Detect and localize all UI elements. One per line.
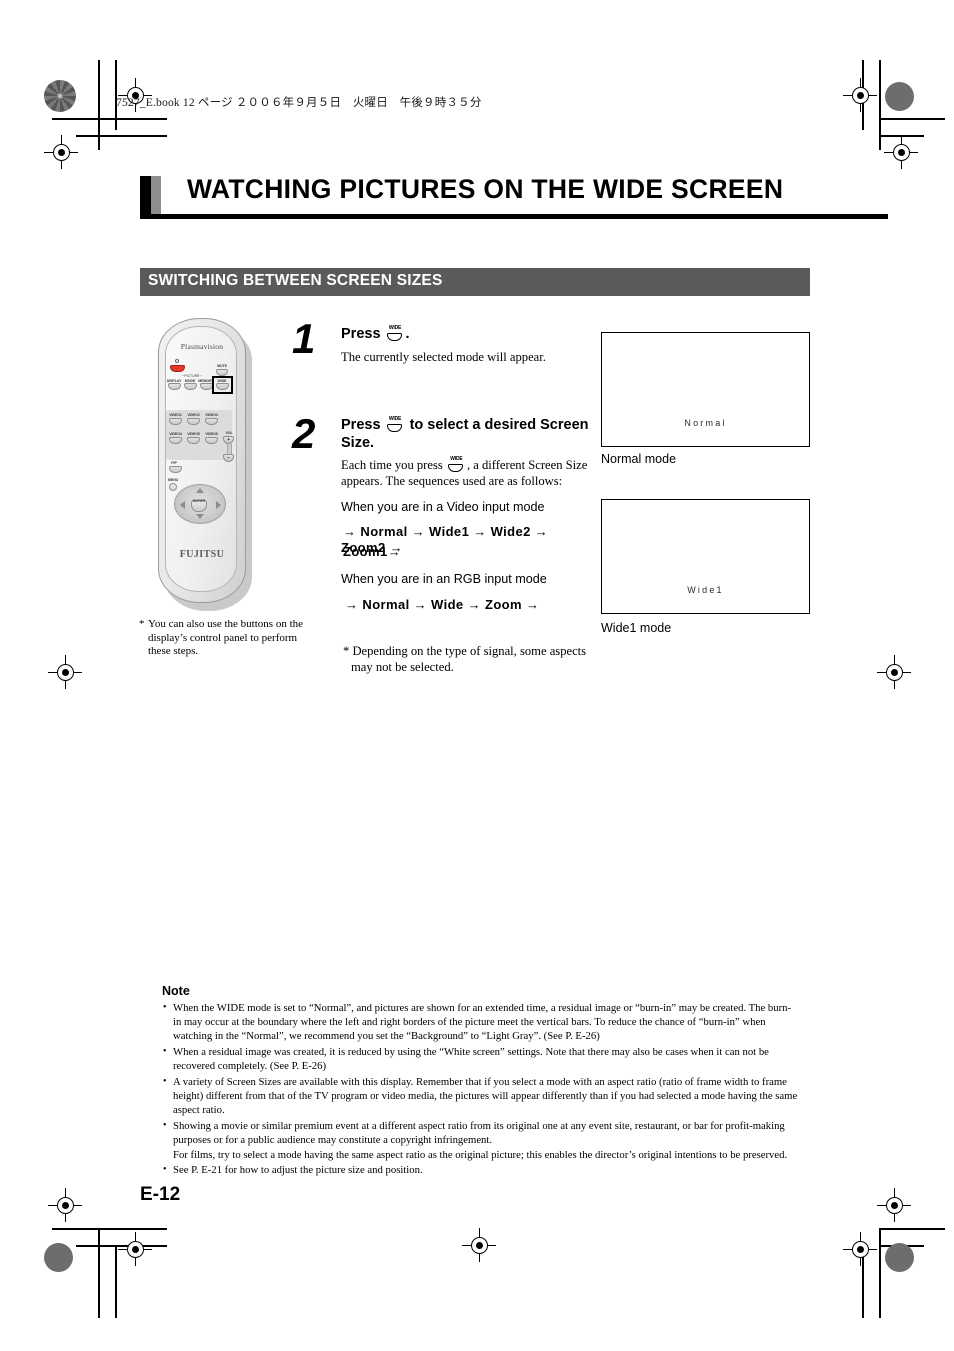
remote-control-illustration: Plasmavision MUTE ─PICTURE─ DISPLAY MODE… — [158, 318, 258, 613]
bullet-icon: • — [163, 1076, 167, 1088]
video-mode-sequence-line-2: Zoom2 → — [341, 540, 404, 555]
arrow-right-icon — [216, 501, 221, 509]
halftone-density-dot — [44, 80, 76, 112]
registration-mark — [877, 655, 911, 689]
note-item-text: When a residual image was created, it is… — [173, 1046, 769, 1073]
halftone-density-dot — [885, 82, 914, 111]
power-indicator-icon — [175, 359, 179, 363]
note-item: • See P. E-21 for how to adjust the pict… — [162, 1163, 798, 1177]
menu-key — [169, 483, 177, 491]
wide-button-icon: WIDE — [386, 416, 405, 432]
volume-down-symbol: − — [227, 455, 230, 461]
pip-key-label: PIP — [171, 461, 177, 465]
remote-footnote-star: * — [139, 618, 145, 630]
registration-mark — [48, 1188, 82, 1222]
registration-mark — [462, 1228, 496, 1262]
page-title: WATCHING PICTURES ON THE WIDE SCREEN — [187, 174, 784, 204]
video1-key-label: VIDEO1 — [169, 413, 182, 417]
osd-label-wide1: Wide1 — [687, 585, 724, 595]
video6-key-label: VIDEO6 — [205, 432, 218, 436]
section-header-label: SWITCHING BETWEEN SCREEN SIZES — [148, 272, 443, 289]
video4-key-label: VIDEO4 — [169, 432, 182, 436]
page-number: E-12 — [140, 1184, 181, 1205]
mute-key-label: MUTE — [217, 364, 227, 368]
menu-key-label: MENU — [167, 478, 179, 482]
remote-footnote: * You can also use the buttons on the di… — [139, 618, 319, 659]
step-2-footnote: * Depending on the type of signal, some … — [343, 644, 587, 674]
step-2-lead-a: Each time you press — [341, 458, 443, 472]
registration-mark — [44, 135, 78, 169]
rgb-input-mode-label: When you are in an RGB input mode — [341, 572, 547, 586]
bullet-icon: • — [163, 1120, 167, 1132]
print-meta-line: 7527_E.book 12 ページ ２００６年９月５日 火曜日 午後９時３５分 — [116, 97, 482, 109]
note-item: • When the WIDE mode is set to “Normal”,… — [162, 1001, 798, 1044]
remote-brand-bottom: FUJITSU — [179, 549, 225, 560]
remote-brand-top: Plasmavision — [180, 342, 224, 351]
screen-preview-normal: Normal — [601, 332, 810, 447]
step-1-number: 1 — [292, 315, 316, 362]
wide-button-icon-label: WIDE — [450, 456, 463, 462]
rgb-mode-sequence: → Normal → Wide → Zoom → — [345, 597, 540, 612]
note-item: • When a residual image was created, it … — [162, 1045, 798, 1073]
note-item-continuation: For films, try to select a mode having t… — [173, 1148, 788, 1161]
wide-button-icon: WIDE — [386, 325, 405, 341]
note-item: • Showing a movie or similar premium eve… — [162, 1119, 798, 1162]
section-header-bar: SWITCHING BETWEEN SCREEN SIZES — [140, 268, 810, 296]
title-underline-rule — [140, 214, 888, 219]
video5-key-label: VIDEO5 — [187, 432, 200, 436]
wide-key-highlight-box — [212, 376, 233, 394]
arrow-up-icon — [196, 488, 204, 493]
video3-key-label: VIDEO3 — [205, 413, 218, 417]
step-1-heading-after: . — [405, 326, 410, 342]
bullet-icon: • — [163, 1002, 167, 1013]
arrow-down-icon — [196, 514, 204, 519]
wide-button-icon-label: WIDE — [388, 325, 402, 331]
volume-label: VOL — [225, 431, 233, 435]
note-title: Note — [162, 984, 190, 998]
title-accent-gray — [151, 176, 161, 214]
remote-footnote-text: You can also use the buttons on the disp… — [148, 618, 304, 658]
note-item-text: See P. E-21 for how to adjust the pictur… — [173, 1164, 423, 1177]
registration-mark — [877, 1188, 911, 1222]
step-1-body: The currently selected mode will appear. — [341, 350, 546, 364]
volume-up-symbol: + — [227, 437, 230, 443]
note-item-text: A variety of Screen Sizes are available … — [173, 1076, 798, 1117]
halftone-density-dot — [44, 1243, 73, 1272]
arrow-left-icon — [180, 501, 185, 509]
registration-mark — [884, 135, 918, 169]
wide-button-icon: WIDE — [447, 456, 466, 472]
registration-mark — [48, 655, 82, 689]
registration-mark — [118, 1232, 152, 1266]
title-accent-black — [140, 176, 151, 214]
bullet-icon: • — [163, 1046, 167, 1058]
bullet-icon: • — [163, 1164, 167, 1176]
step-2-lead: Each time you press WIDE , a different S… — [341, 456, 589, 489]
screen-caption-normal: Normal mode — [601, 452, 677, 466]
step-2-heading: Press WIDE to select a desired Screen Si… — [341, 416, 591, 452]
note-item-text: Showing a movie or similar premium event… — [173, 1120, 785, 1147]
wide-button-icon-label: WIDE — [388, 416, 402, 422]
step-1-heading-before: Press — [341, 326, 381, 342]
halftone-density-dot — [885, 1243, 914, 1272]
power-button — [170, 365, 185, 372]
video-input-mode-label: When you are in a Video input mode — [341, 500, 545, 514]
registration-mark — [843, 78, 877, 112]
note-list: • When the WIDE mode is set to “Normal”,… — [162, 1001, 798, 1179]
registration-mark — [843, 1232, 877, 1266]
enter-key-label: ENTER — [192, 499, 206, 503]
step-1-heading: Press WIDE . — [341, 325, 591, 343]
screen-caption-wide1: Wide1 mode — [601, 621, 672, 635]
screen-preview-wide1: Wide1 — [601, 499, 810, 614]
step-2-heading-before: Press — [341, 417, 381, 433]
note-item: • A variety of Screen Sizes are availabl… — [162, 1075, 798, 1118]
picture-group-bracket: ─PICTURE─ — [182, 374, 202, 378]
step-2-number: 2 — [292, 410, 316, 457]
note-item-text: When the WIDE mode is set to “Normal”, a… — [173, 1002, 792, 1043]
volume-rocker-stem — [227, 444, 232, 454]
page-title-row: WATCHING PICTURES ON THE WIDE SCREEN — [140, 174, 888, 218]
video2-key-label: VIDEO2 — [187, 413, 200, 417]
osd-label-normal: Normal — [684, 418, 727, 428]
